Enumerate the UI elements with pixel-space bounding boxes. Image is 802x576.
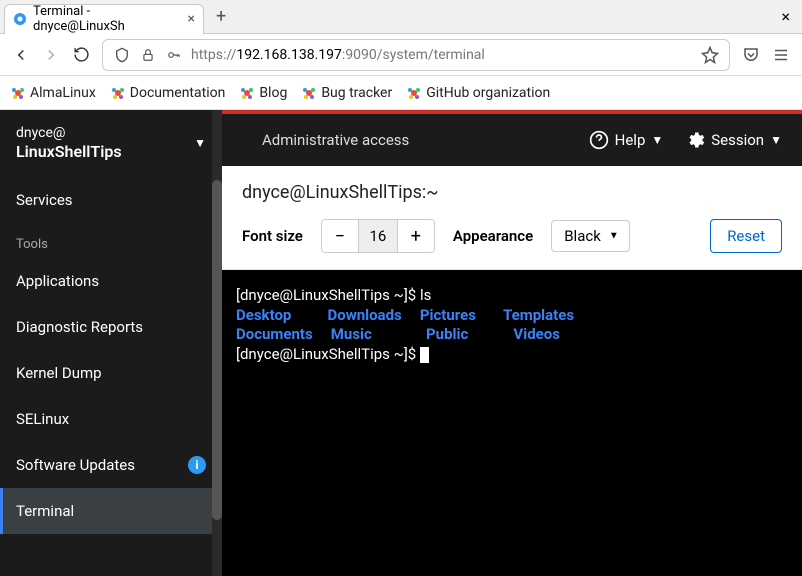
almalinux-icon [110,85,126,101]
font-size-label: Font size [242,227,303,245]
admin-access-label[interactable]: Administrative access [262,131,409,149]
sidebar: dnyce@ LinuxShellTips ▼ Services Tools A… [0,110,222,576]
almalinux-icon [406,85,422,101]
main-panel: Administrative access Help ▼ Session ▼ d… [222,110,802,576]
font-size-stepper: − 16 + [321,219,435,253]
chevron-down-icon: ▼ [194,136,206,150]
new-tab-button[interactable]: + [216,6,226,27]
host-user: dnyce@ [16,124,122,142]
almalinux-icon [239,85,255,101]
browser-tab[interactable]: Terminal - dnyce@LinuxSh × [4,4,204,34]
help-menu[interactable]: Help ▼ [589,130,664,150]
dir-downloads: Downloads [327,306,401,324]
dir-public: Public [426,325,468,343]
almalinux-icon [10,85,26,101]
host-switcher[interactable]: dnyce@ LinuxShellTips ▼ [0,110,222,177]
shield-icon[interactable] [113,46,131,64]
sidebar-section-tools: Tools [0,223,222,258]
cockpit-icon [13,12,27,26]
bookmark-blog[interactable]: Blog [239,85,287,101]
sidebar-item-services[interactable]: Services [0,177,222,223]
terminal-title: dnyce@LinuxShellTips:~ [242,182,782,203]
sidebar-scrollbar-thumb[interactable] [212,180,222,520]
tab-title: Terminal - dnyce@LinuxSh [33,4,178,34]
font-size-decrease[interactable]: − [322,220,358,252]
host-name: LinuxShellTips [16,142,122,163]
sidebar-item-software-updates[interactable]: Software Updatesi [0,442,222,488]
window-close-icon[interactable]: × [781,7,790,26]
cockpit-app: dnyce@ LinuxShellTips ▼ Services Tools A… [0,110,802,576]
sidebar-item-selinux[interactable]: SELinux [0,396,222,442]
cursor [420,347,429,363]
font-size-value: 16 [358,220,398,252]
appearance-label: Appearance [453,227,533,245]
session-menu[interactable]: Session ▼ [685,130,782,150]
dir-templates: Templates [503,306,574,324]
dir-desktop: Desktop [236,306,291,324]
pocket-icon[interactable] [742,46,760,64]
almalinux-icon [301,85,317,101]
url-bar[interactable]: https://192.168.138.197:9090/system/term… [102,39,730,71]
chevron-down-icon: ▼ [651,133,663,147]
bookmark-github-organization[interactable]: GitHub organization [406,85,550,101]
browser-tab-bar: Terminal - dnyce@LinuxSh × + × [0,0,802,34]
back-button[interactable] [12,46,30,64]
sidebar-item-kernel-dump[interactable]: Kernel Dump [0,350,222,396]
bookmark-almalinux[interactable]: AlmaLinux [10,85,96,101]
bookmark-bug-tracker[interactable]: Bug tracker [301,85,392,101]
sidebar-item-terminal[interactable]: Terminal [0,488,222,534]
info-badge-icon: i [188,456,206,474]
dir-videos: Videos [513,325,560,343]
bookmark-star-icon[interactable] [701,46,719,64]
bookmark-documentation[interactable]: Documentation [110,85,226,101]
gear-icon [685,130,705,150]
terminal-header: dnyce@LinuxShellTips:~ [222,166,802,213]
terminal-output[interactable]: [dnyce@LinuxShellTips ~]$ ls Desktop Dow… [222,270,802,576]
sidebar-item-applications[interactable]: Applications [0,258,222,304]
tab-close-icon[interactable]: × [188,11,195,27]
key-icon[interactable] [165,46,183,64]
reset-button[interactable]: Reset [710,219,782,253]
terminal-controls: Font size − 16 + Appearance Black Reset [222,213,802,270]
dir-pictures: Pictures [420,306,476,324]
reload-button[interactable] [72,46,90,64]
bookmarks-bar: AlmaLinux Documentation Blog Bug tracker… [0,76,802,110]
dir-music: Music [331,325,372,343]
font-size-increase[interactable]: + [398,220,434,252]
top-bar: Administrative access Help ▼ Session ▼ [222,110,802,166]
url-text: https://192.168.138.197:9090/system/term… [191,47,693,63]
forward-button[interactable] [42,46,60,64]
dir-documents: Documents [236,325,313,343]
help-icon [589,130,609,150]
chevron-down-icon: ▼ [770,133,782,147]
appearance-select[interactable]: Black [551,220,630,252]
sidebar-item-diagnostic-reports[interactable]: Diagnostic Reports [0,304,222,350]
menu-icon[interactable] [772,46,790,64]
lock-icon[interactable] [139,46,157,64]
browser-nav-bar: https://192.168.138.197:9090/system/term… [0,34,802,76]
